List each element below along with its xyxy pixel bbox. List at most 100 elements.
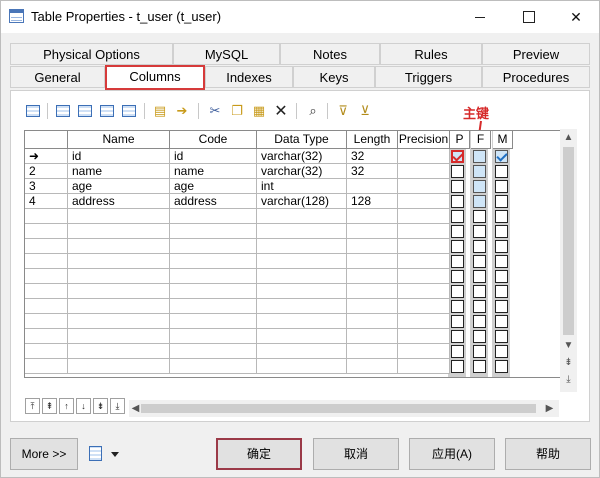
tab-procedures[interactable]: Procedures [482,66,590,88]
checkbox-p[interactable] [451,240,464,253]
cell-name[interactable] [68,329,170,344]
table-row[interactable] [25,224,563,239]
ok-button[interactable]: 确定 [216,438,302,470]
header-m[interactable]: M [493,131,513,149]
table-row[interactable] [25,209,563,224]
cell-name[interactable]: age [68,179,170,194]
cell-name[interactable]: name [68,164,170,179]
cell-code[interactable] [170,329,257,344]
cell-name[interactable] [68,299,170,314]
checkbox-f[interactable] [473,210,486,223]
cell-code[interactable]: name [170,164,257,179]
tab-rules[interactable]: Rules [380,43,482,65]
header-name[interactable]: Name [68,131,170,149]
filter-icon[interactable]: ⊽ [333,101,353,121]
checkbox-f[interactable] [473,300,486,313]
cell-precision[interactable] [398,284,450,299]
cell-name[interactable]: address [68,194,170,209]
scroll-up-icon[interactable]: ▲ [562,131,575,144]
checkbox-p[interactable] [451,270,464,283]
vertical-scroll-thumb[interactable] [563,147,574,335]
cell-code[interactable] [170,209,257,224]
table-row[interactable] [25,359,563,374]
cell-length[interactable] [347,269,398,284]
cell-name[interactable] [68,209,170,224]
cell-code[interactable] [170,239,257,254]
cell-data-type[interactable]: varchar(32) [257,164,347,179]
cell-name[interactable] [68,269,170,284]
checkbox-m[interactable] [495,225,508,238]
table-row[interactable]: 3 age age int [25,179,563,194]
close-icon[interactable]: ✕ [553,1,599,33]
cell-precision[interactable] [398,209,450,224]
header-f[interactable]: F [471,131,491,149]
cell-data-type[interactable] [257,269,347,284]
cell-data-type[interactable]: varchar(32) [257,149,347,164]
cell-length[interactable] [347,209,398,224]
move-page-down-icon[interactable]: ⇟ [93,398,108,414]
checkbox-f[interactable] [473,285,486,298]
checkbox-p[interactable] [451,180,464,193]
cell-code[interactable] [170,314,257,329]
cell-code[interactable] [170,284,257,299]
checkbox-f[interactable] [473,330,486,343]
checkbox-f[interactable] [473,165,486,178]
cell-code[interactable] [170,269,257,284]
cell-precision[interactable] [398,329,450,344]
properties-icon[interactable] [23,101,43,121]
cell-length[interactable]: 128 [347,194,398,209]
scroll-down-icon[interactable]: ▼ [562,339,575,352]
minimize-icon[interactable] [457,1,503,33]
tab-preview[interactable]: Preview [482,43,590,65]
checkbox-f[interactable] [473,315,486,328]
cell-precision[interactable] [398,269,450,284]
header-data-type[interactable]: Data Type [257,131,347,149]
binoculars-icon[interactable]: ⌕ [303,101,323,121]
cell-precision[interactable] [398,149,450,164]
cell-code[interactable] [170,359,257,374]
checkbox-f[interactable] [473,345,486,358]
table-row[interactable]: 4 address address varchar(128) 128 [25,194,563,209]
cell-name[interactable]: id [68,149,170,164]
cell-data-type[interactable]: varchar(128) [257,194,347,209]
cell-precision[interactable] [398,164,450,179]
cell-data-type[interactable] [257,314,347,329]
cell-code[interactable] [170,299,257,314]
checkbox-m[interactable] [495,360,508,373]
cell-code[interactable] [170,224,257,239]
move-bottom-icon[interactable]: ⤓ [110,398,125,414]
cell-length[interactable] [347,314,398,329]
table-row[interactable] [25,344,563,359]
tab-mysql[interactable]: MySQL [173,43,280,65]
table-row[interactable] [25,284,563,299]
scroll-right-icon[interactable]: ▶ [543,402,556,415]
cell-precision[interactable] [398,314,450,329]
cell-name[interactable] [68,239,170,254]
cell-length[interactable] [347,179,398,194]
cell-length[interactable] [347,329,398,344]
cell-code[interactable] [170,254,257,269]
horizontal-scroll-thumb[interactable] [141,404,536,413]
checkbox-p[interactable] [451,195,464,208]
checkbox-f[interactable] [473,195,486,208]
maximize-icon[interactable] [505,1,551,33]
checkbox-f[interactable] [473,270,486,283]
checkbox-p[interactable] [451,345,464,358]
checkbox-p[interactable] [451,225,464,238]
checkbox-p[interactable] [451,285,464,298]
cell-length[interactable] [347,224,398,239]
horizontal-scrollbar[interactable]: ◀ ▶ [129,400,559,417]
checkbox-m[interactable] [495,195,508,208]
cell-name[interactable] [68,359,170,374]
cell-name[interactable] [68,284,170,299]
cell-data-type[interactable] [257,224,347,239]
cell-data-type[interactable] [257,209,347,224]
print-dropdown[interactable] [89,444,123,464]
tab-triggers[interactable]: Triggers [375,66,482,88]
checkbox-p[interactable] [451,210,464,223]
cell-length[interactable] [347,344,398,359]
table-row[interactable] [25,314,563,329]
scroll-end-icon[interactable]: ⤓ [562,373,575,386]
scroll-page-down-icon[interactable]: ⇟ [562,356,575,369]
replicate-columns-icon[interactable] [119,101,139,121]
